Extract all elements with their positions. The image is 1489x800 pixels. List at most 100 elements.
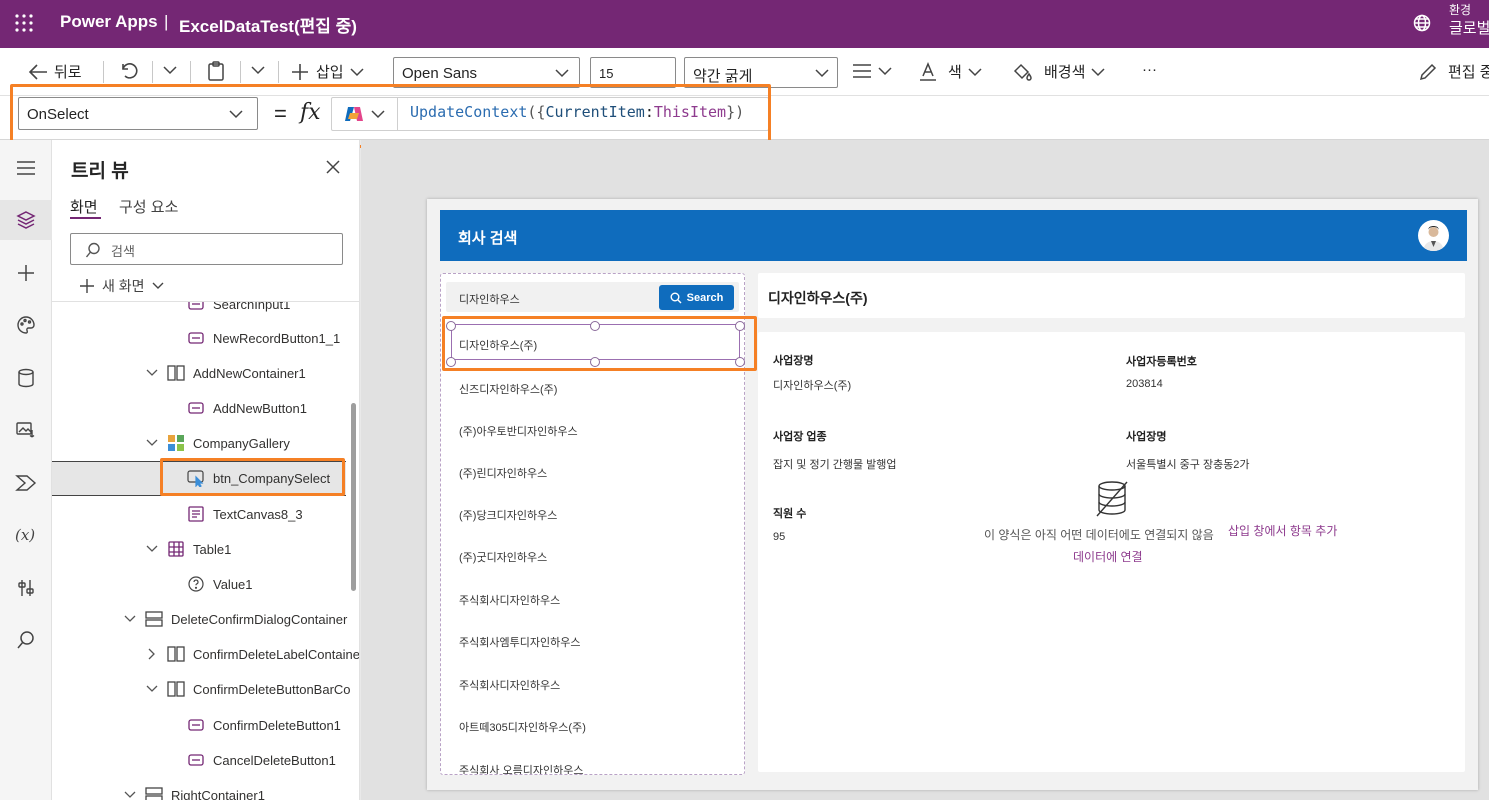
clipboard-icon[interactable] xyxy=(206,60,226,82)
gallery-item[interactable]: 신즈디자인하우스(주) xyxy=(459,381,557,397)
gallery-item[interactable]: 주식회사엠투디자인하우스 xyxy=(459,634,580,650)
environment-value[interactable]: 글로벌 xyxy=(1449,17,1489,38)
document-title: ExcelDataTest(편집 중) xyxy=(179,17,357,36)
edit-mode-label: 편집 중 xyxy=(1448,64,1489,81)
insert-plus-icon[interactable] xyxy=(0,253,52,293)
chevron-down-icon[interactable] xyxy=(145,542,159,556)
color-label: 색 xyxy=(948,64,962,81)
tree-node-label: AddNewContainer1 xyxy=(193,365,306,381)
horizontal-container-icon xyxy=(167,645,185,663)
environment-icon[interactable] xyxy=(1412,13,1432,33)
app-name[interactable]: Power Apps xyxy=(60,12,158,32)
back-button[interactable]: 뒤로 xyxy=(28,61,82,82)
gallery-item[interactable]: (주)린디자인하우스 xyxy=(459,465,547,481)
tree-node-label: ConfirmDeleteLabelContainer xyxy=(193,646,359,662)
hamburger-icon[interactable] xyxy=(0,148,52,188)
data-database-icon[interactable] xyxy=(0,358,52,398)
chevron-down-icon[interactable] xyxy=(145,682,159,696)
font-size-value: 15 xyxy=(599,66,614,81)
media-icon[interactable] xyxy=(0,410,52,450)
align-button[interactable] xyxy=(852,62,892,80)
chevron-down-icon[interactable] xyxy=(145,366,159,380)
button-icon xyxy=(187,751,205,769)
tree-node-confirmdeletebuttonbar[interactable]: ConfirmDeleteButtonBarCo xyxy=(145,677,351,701)
tab-screens[interactable]: 화면 xyxy=(70,196,98,217)
chevron-down-icon[interactable] xyxy=(145,436,159,450)
avatar[interactable] xyxy=(1418,220,1449,251)
tree-node-companygallery[interactable]: CompanyGallery xyxy=(145,431,290,455)
chevron-down-icon xyxy=(968,67,982,76)
tree-node-table1[interactable]: Table1 xyxy=(145,537,231,561)
tree-node-rightcontainer[interactable]: RightContainer1 xyxy=(123,783,265,800)
insert-button[interactable]: 삽입 xyxy=(290,61,364,82)
close-icon[interactable] xyxy=(326,160,340,174)
field-label: 사업자등록번호 xyxy=(1126,356,1197,368)
horizontal-container-icon xyxy=(167,364,185,382)
power-automate-icon[interactable] xyxy=(0,463,52,503)
more-options-button[interactable]: ··· xyxy=(1142,61,1157,78)
tree-selection-highlight xyxy=(160,458,345,496)
field-value: 디자인하우스(주) xyxy=(773,380,852,392)
tree-search-input[interactable]: 검색 xyxy=(70,233,343,265)
tree-node-newrecordbutton[interactable]: NewRecordButton1_1 xyxy=(187,326,340,350)
button-icon xyxy=(187,716,205,734)
tree-view-layers-icon[interactable] xyxy=(0,200,52,240)
gallery-item[interactable]: 주식회사디자인하우스 xyxy=(459,677,560,693)
title-separator: | xyxy=(164,12,169,31)
app-header-title: 회사 검색 xyxy=(458,230,518,247)
plus-icon xyxy=(80,279,94,293)
tree-search-placeholder: 검색 xyxy=(111,244,135,259)
tree-node-confirmdeletelabel[interactable]: ConfirmDeleteLabelContainer xyxy=(145,642,359,666)
divider xyxy=(152,61,153,83)
variables-icon[interactable]: (x) xyxy=(0,515,52,555)
divider xyxy=(240,61,241,83)
gallery-item[interactable]: (주)아우토반디자인하우스 xyxy=(459,423,578,439)
tree-node-value1[interactable]: Value1 xyxy=(187,572,253,596)
tree-node-addnewbutton[interactable]: AddNewButton1 xyxy=(187,396,307,420)
text-label-icon xyxy=(187,505,205,523)
advanced-tools-icon[interactable] xyxy=(0,568,52,608)
tree-node-label: NewRecordButton1_1 xyxy=(213,330,341,346)
chevron-down-icon[interactable] xyxy=(251,65,265,75)
gallery-item[interactable]: (주)당크디자인하우스 xyxy=(459,507,557,523)
search-button[interactable]: Search xyxy=(659,285,734,310)
gallery-item[interactable]: 아트떼305디자인하우스(주) xyxy=(459,719,586,735)
gallery-list: 디자인하우스(주) 신즈디자인하우스(주) (주)아우토반디자인하우스 (주)린… xyxy=(441,316,744,774)
theme-palette-icon[interactable] xyxy=(0,305,52,345)
tree-node-deleteconfirmdialog[interactable]: DeleteConfirmDialogContainer xyxy=(123,607,347,631)
tree-node-label: DeleteConfirmDialogContainer xyxy=(171,611,348,627)
tree-node-textcanvas[interactable]: TextCanvas8_3 xyxy=(187,502,303,526)
company-search-input[interactable]: 디자인하우스 Search xyxy=(446,282,739,312)
field-label: 사업장 업종 xyxy=(773,431,827,443)
tree-node-label: ConfirmDeleteButton1 xyxy=(213,717,341,733)
color-button[interactable]: 색 xyxy=(918,61,982,82)
tree-node-confirmdeletebutton[interactable]: ConfirmDeleteButton1 xyxy=(187,713,341,737)
gallery-item[interactable]: 주식회사디자인하우스 xyxy=(459,592,560,608)
edit-mode-button[interactable]: 편집 중 xyxy=(1418,61,1489,82)
chevron-down-icon[interactable] xyxy=(123,612,137,626)
formula-highlight-box xyxy=(10,84,771,148)
chevron-down-icon[interactable] xyxy=(163,65,177,75)
tree-node-searchinput1[interactable]: SearchInput1 xyxy=(187,302,290,316)
tab-components[interactable]: 구성 요소 xyxy=(119,196,178,217)
background-color-button[interactable]: 배경색 xyxy=(1012,61,1105,82)
undo-icon[interactable] xyxy=(119,61,139,81)
chevron-right-icon[interactable] xyxy=(145,647,159,661)
field-label: 직원 수 xyxy=(773,508,807,520)
tree-node-canceldeletebutton[interactable]: CancelDeleteButton1 xyxy=(187,748,336,772)
tree-node-label: SearchInput1 xyxy=(213,302,291,312)
search-icon[interactable] xyxy=(0,620,52,660)
tree-scrollbar[interactable] xyxy=(351,403,356,591)
connect-data-link[interactable]: 데이터에 연결 xyxy=(1073,548,1143,565)
environment-label: 환경 xyxy=(1449,3,1472,17)
search-icon xyxy=(670,292,682,303)
tree-node-addnewcontainer[interactable]: AddNewContainer1 xyxy=(145,361,306,385)
table-icon xyxy=(167,540,185,558)
gallery-item[interactable]: (주)굿디자인하우스 xyxy=(459,549,547,565)
chevron-down-icon[interactable] xyxy=(123,788,137,800)
waffle-icon[interactable] xyxy=(14,13,34,33)
new-screen-button[interactable]: 새 화면 xyxy=(79,276,164,296)
gallery-item[interactable]: 주식회사 오름디자인하우스 xyxy=(459,762,584,774)
app-top-bar: Power Apps | ExcelDataTest(편집 중) 환경 글로벌 xyxy=(0,0,1489,48)
tree-node-label: Value1 xyxy=(213,576,253,592)
